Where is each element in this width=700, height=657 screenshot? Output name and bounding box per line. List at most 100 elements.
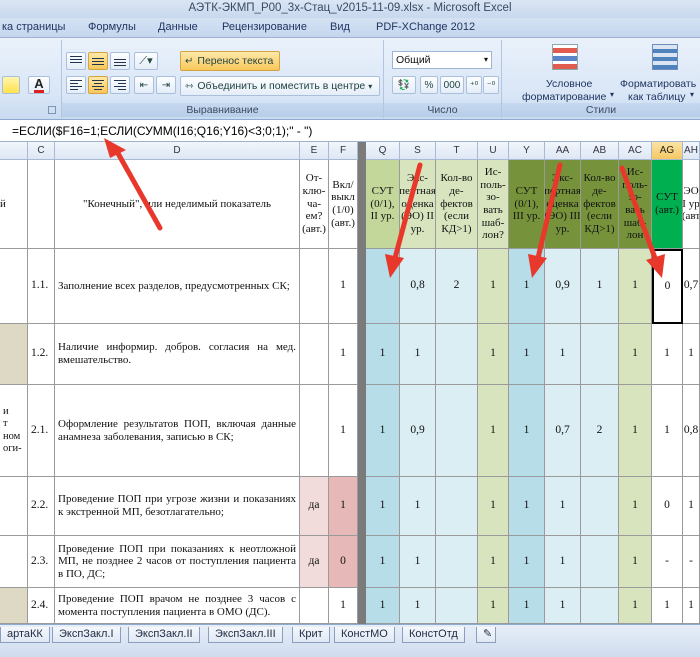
sheet-tab-konstmo[interactable]: КонстМО: [334, 627, 395, 643]
increase-decimal-button[interactable]: ⁺⁰: [466, 76, 482, 94]
align-right-button[interactable]: [110, 76, 130, 94]
cell-b-row1[interactable]: [0, 249, 28, 324]
fill-color-icon[interactable]: [2, 76, 20, 94]
cell-t-row3[interactable]: [436, 385, 478, 477]
cell-q-row1[interactable]: [366, 249, 400, 324]
cell-d-row1[interactable]: Заполнение всех разделов, предусмотренны…: [55, 249, 300, 324]
cell-ag-row1[interactable]: 0: [652, 249, 683, 324]
cell-d-row6[interactable]: Проведение ПОП врачом не позднее 3 часов…: [55, 588, 300, 624]
conditional-format-icon[interactable]: [552, 44, 578, 70]
font-color-button[interactable]: A: [28, 76, 50, 94]
sheet-tab-ekspzakl-1[interactable]: ЭкспЗакл.I: [52, 627, 121, 643]
cell-ab-row1[interactable]: 1: [581, 249, 619, 324]
sheet-tab-kartakk[interactable]: артаКК: [0, 627, 50, 643]
cell-t-row1[interactable]: 2: [436, 249, 478, 324]
cell-d-row4[interactable]: Проведение ПОП при угрозе жизни и показа…: [55, 477, 300, 536]
cell-ac-row4[interactable]: 1: [619, 477, 652, 536]
cell-y-row5[interactable]: 1: [509, 536, 545, 588]
cell-t-row6[interactable]: [436, 588, 478, 624]
cell-s-row4[interactable]: 1: [400, 477, 436, 536]
cell-u-row6[interactable]: 1: [478, 588, 509, 624]
cell-e-row3[interactable]: [300, 385, 329, 477]
cell-e-row1[interactable]: [300, 249, 329, 324]
cell-ah-row5[interactable]: -: [683, 536, 700, 588]
column-header-t[interactable]: T: [436, 142, 478, 160]
cell-u-row2[interactable]: 1: [478, 324, 509, 385]
format-table-label-1[interactable]: Форматировать: [620, 78, 696, 90]
cell-aa-row4[interactable]: 1: [545, 477, 581, 536]
column-header-ac[interactable]: AC: [619, 142, 652, 160]
cell-c-row1[interactable]: 1.1.: [28, 249, 55, 324]
cell-f-row5[interactable]: 0: [329, 536, 358, 588]
cell-ah-row1[interactable]: 0,7: [683, 249, 700, 324]
cell-c-row4[interactable]: 2.2.: [28, 477, 55, 536]
cell-aa-row5[interactable]: 1: [545, 536, 581, 588]
column-header-e[interactable]: E: [300, 142, 329, 160]
align-middle-button[interactable]: [88, 52, 108, 70]
sheet-tab-ekspzakl-2[interactable]: ЭкспЗакл.II: [128, 627, 200, 643]
align-center-button[interactable]: [88, 76, 108, 94]
cell-y-row2[interactable]: 1: [509, 324, 545, 385]
cell-ab-row6[interactable]: [581, 588, 619, 624]
tab-data[interactable]: Данные: [158, 21, 198, 33]
align-top-button[interactable]: [66, 52, 86, 70]
formula-text[interactable]: =ЕСЛИ($F16=1;ЕСЛИ(СУММ(I16;Q16;Y16)<3;0;…: [12, 124, 312, 138]
cell-ab-row5[interactable]: [581, 536, 619, 588]
format-table-label-2[interactable]: как таблицу: [628, 91, 686, 103]
align-left-button[interactable]: [66, 76, 86, 94]
cell-y-row4[interactable]: 1: [509, 477, 545, 536]
cell-b-row5[interactable]: [0, 536, 28, 588]
decrease-indent-button[interactable]: ⇤: [134, 76, 154, 94]
cell-s-row1[interactable]: 0,8: [400, 249, 436, 324]
cell-d-row5[interactable]: Проведение ПОП при показаниях к неотложн…: [55, 536, 300, 588]
cell-s-row6[interactable]: 1: [400, 588, 436, 624]
cell-c-row3[interactable]: 2.1.: [28, 385, 55, 477]
column-header-u[interactable]: U: [478, 142, 509, 160]
cell-ac-row6[interactable]: 1: [619, 588, 652, 624]
cell-d-row2[interactable]: Наличие информир. добров. согласия на ме…: [55, 324, 300, 385]
cell-d-row3[interactable]: Оформление результатов ПОП, включая данн…: [55, 385, 300, 477]
cell-ag-row4[interactable]: 0: [652, 477, 683, 536]
cell-f-row2[interactable]: 1: [329, 324, 358, 385]
cell-aa-row3[interactable]: 0,7: [545, 385, 581, 477]
cell-f-row3[interactable]: 1: [329, 385, 358, 477]
cell-b-row6[interactable]: [0, 588, 28, 624]
cell-u-row3[interactable]: 1: [478, 385, 509, 477]
column-header-d[interactable]: D: [55, 142, 300, 160]
sheet-tab-ekspzakl-3[interactable]: ЭкспЗакл.III: [208, 627, 283, 643]
cell-c-row5[interactable]: 2.3.: [28, 536, 55, 588]
column-header-s[interactable]: S: [400, 142, 436, 160]
cell-ac-row2[interactable]: 1: [619, 324, 652, 385]
thousands-button[interactable]: 000: [440, 76, 464, 94]
conditional-format-label-2[interactable]: форматирование: [522, 91, 606, 103]
column-header-ag[interactable]: AG: [652, 142, 683, 160]
tab-page-layout[interactable]: ка страницы: [2, 21, 65, 33]
cell-ah-row6[interactable]: 1: [683, 588, 700, 624]
cell-ag-row5[interactable]: -: [652, 536, 683, 588]
tab-review[interactable]: Рецензирование: [222, 21, 307, 33]
cell-c-row2[interactable]: 1.2.: [28, 324, 55, 385]
cell-q-row5[interactable]: 1: [366, 536, 400, 588]
column-header-b[interactable]: [0, 142, 28, 160]
cell-f-row6[interactable]: 1: [329, 588, 358, 624]
cell-u-row5[interactable]: 1: [478, 536, 509, 588]
cell-ac-row1[interactable]: 1: [619, 249, 652, 324]
cell-ah-row3[interactable]: 0,8: [683, 385, 700, 477]
cell-u-row1[interactable]: 1: [478, 249, 509, 324]
column-header-q[interactable]: Q: [366, 142, 400, 160]
cell-s-row2[interactable]: 1: [400, 324, 436, 385]
align-bottom-button[interactable]: [110, 52, 130, 70]
cell-b-row4[interactable]: [0, 477, 28, 536]
column-header-c[interactable]: C: [28, 142, 55, 160]
cell-ag-row2[interactable]: 1: [652, 324, 683, 385]
column-header-y[interactable]: Y: [509, 142, 545, 160]
cell-q-row6[interactable]: 1: [366, 588, 400, 624]
sheet-tab-krit[interactable]: Крит: [292, 627, 330, 643]
column-header-f[interactable]: F: [329, 142, 358, 160]
cell-ac-row5[interactable]: 1: [619, 536, 652, 588]
cell-s-row5[interactable]: 1: [400, 536, 436, 588]
cell-q-row2[interactable]: 1: [366, 324, 400, 385]
tab-view[interactable]: Вид: [330, 21, 350, 33]
cell-q-row3[interactable]: 1: [366, 385, 400, 477]
cell-aa-row2[interactable]: 1: [545, 324, 581, 385]
